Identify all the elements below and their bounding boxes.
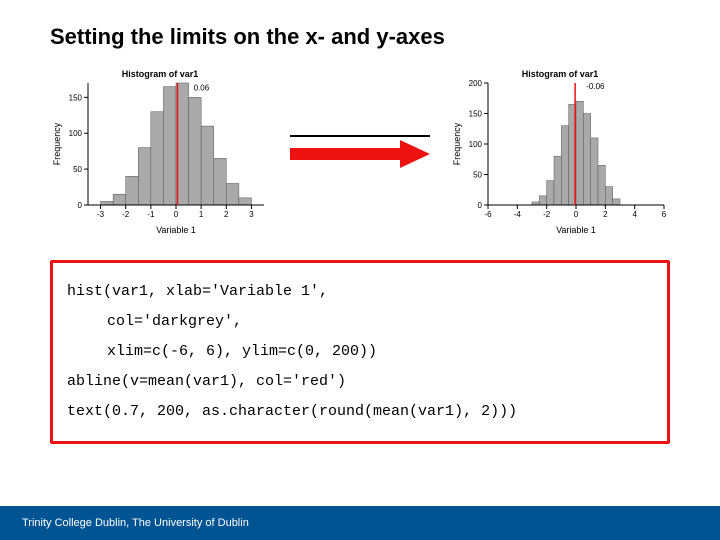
code-line-5: text(0.7, 200, as.character(round(mean(v… bbox=[67, 397, 653, 427]
svg-text:Variable 1: Variable 1 bbox=[556, 225, 596, 235]
svg-text:Variable 1: Variable 1 bbox=[156, 225, 196, 235]
svg-text:-4: -4 bbox=[514, 210, 522, 219]
footer-text: Trinity College Dublin, The University o… bbox=[22, 517, 249, 529]
code-box: hist(var1, xlab='Variable 1', col='darkg… bbox=[50, 260, 670, 444]
svg-text:0.06: 0.06 bbox=[194, 83, 210, 92]
page-title: Setting the limits on the x- and y-axes bbox=[50, 24, 670, 50]
code-line-1: hist(var1, xlab='Variable 1', bbox=[67, 277, 653, 307]
code-line-2: col='darkgrey', bbox=[67, 307, 653, 337]
svg-text:2: 2 bbox=[224, 210, 229, 219]
svg-text:-6: -6 bbox=[484, 210, 492, 219]
svg-text:-0.06: -0.06 bbox=[586, 82, 605, 91]
code-line-3: xlim=c(-6, 6), ylim=c(0, 200)) bbox=[67, 337, 653, 367]
svg-text:50: 50 bbox=[473, 171, 482, 180]
svg-text:Frequency: Frequency bbox=[452, 122, 462, 165]
svg-text:100: 100 bbox=[69, 129, 83, 138]
svg-text:0: 0 bbox=[574, 210, 579, 219]
svg-text:50: 50 bbox=[73, 165, 82, 174]
histogram-left: Histogram of var1 -3 -2 -1 0 1 2 3 0 50 100 150 Vari… bbox=[50, 67, 270, 237]
svg-text:Frequency: Frequency bbox=[52, 122, 62, 165]
arrow-icon bbox=[284, 130, 436, 175]
footer: Trinity College Dublin, The University o… bbox=[0, 506, 720, 540]
svg-text:150: 150 bbox=[69, 93, 83, 102]
charts-row: Histogram of var1 -3 -2 -1 0 1 2 3 0 50 100 150 Vari… bbox=[50, 62, 670, 242]
histogram-right: Histogram of var1 -6 -4 -2 0 2 4 6 0 50 100 150 200 V… bbox=[450, 67, 670, 237]
svg-text:0: 0 bbox=[174, 210, 179, 219]
svg-text:0: 0 bbox=[78, 201, 83, 210]
svg-text:0: 0 bbox=[478, 201, 483, 210]
code-line-4: abline(v=mean(var1), col='red') bbox=[67, 367, 653, 397]
svg-text:-3: -3 bbox=[97, 210, 105, 219]
svg-text:-2: -2 bbox=[543, 210, 551, 219]
svg-text:6: 6 bbox=[662, 210, 667, 219]
svg-text:100: 100 bbox=[469, 140, 483, 149]
svg-text:200: 200 bbox=[469, 79, 483, 88]
svg-text:-2: -2 bbox=[122, 210, 130, 219]
svg-text:Histogram of var1: Histogram of var1 bbox=[522, 69, 599, 79]
svg-text:4: 4 bbox=[632, 210, 637, 219]
svg-text:150: 150 bbox=[469, 110, 483, 119]
svg-text:3: 3 bbox=[249, 210, 254, 219]
svg-text:1: 1 bbox=[199, 210, 204, 219]
svg-text:2: 2 bbox=[603, 210, 608, 219]
svg-text:Histogram of var1: Histogram of var1 bbox=[122, 69, 199, 79]
svg-text:-1: -1 bbox=[147, 210, 155, 219]
